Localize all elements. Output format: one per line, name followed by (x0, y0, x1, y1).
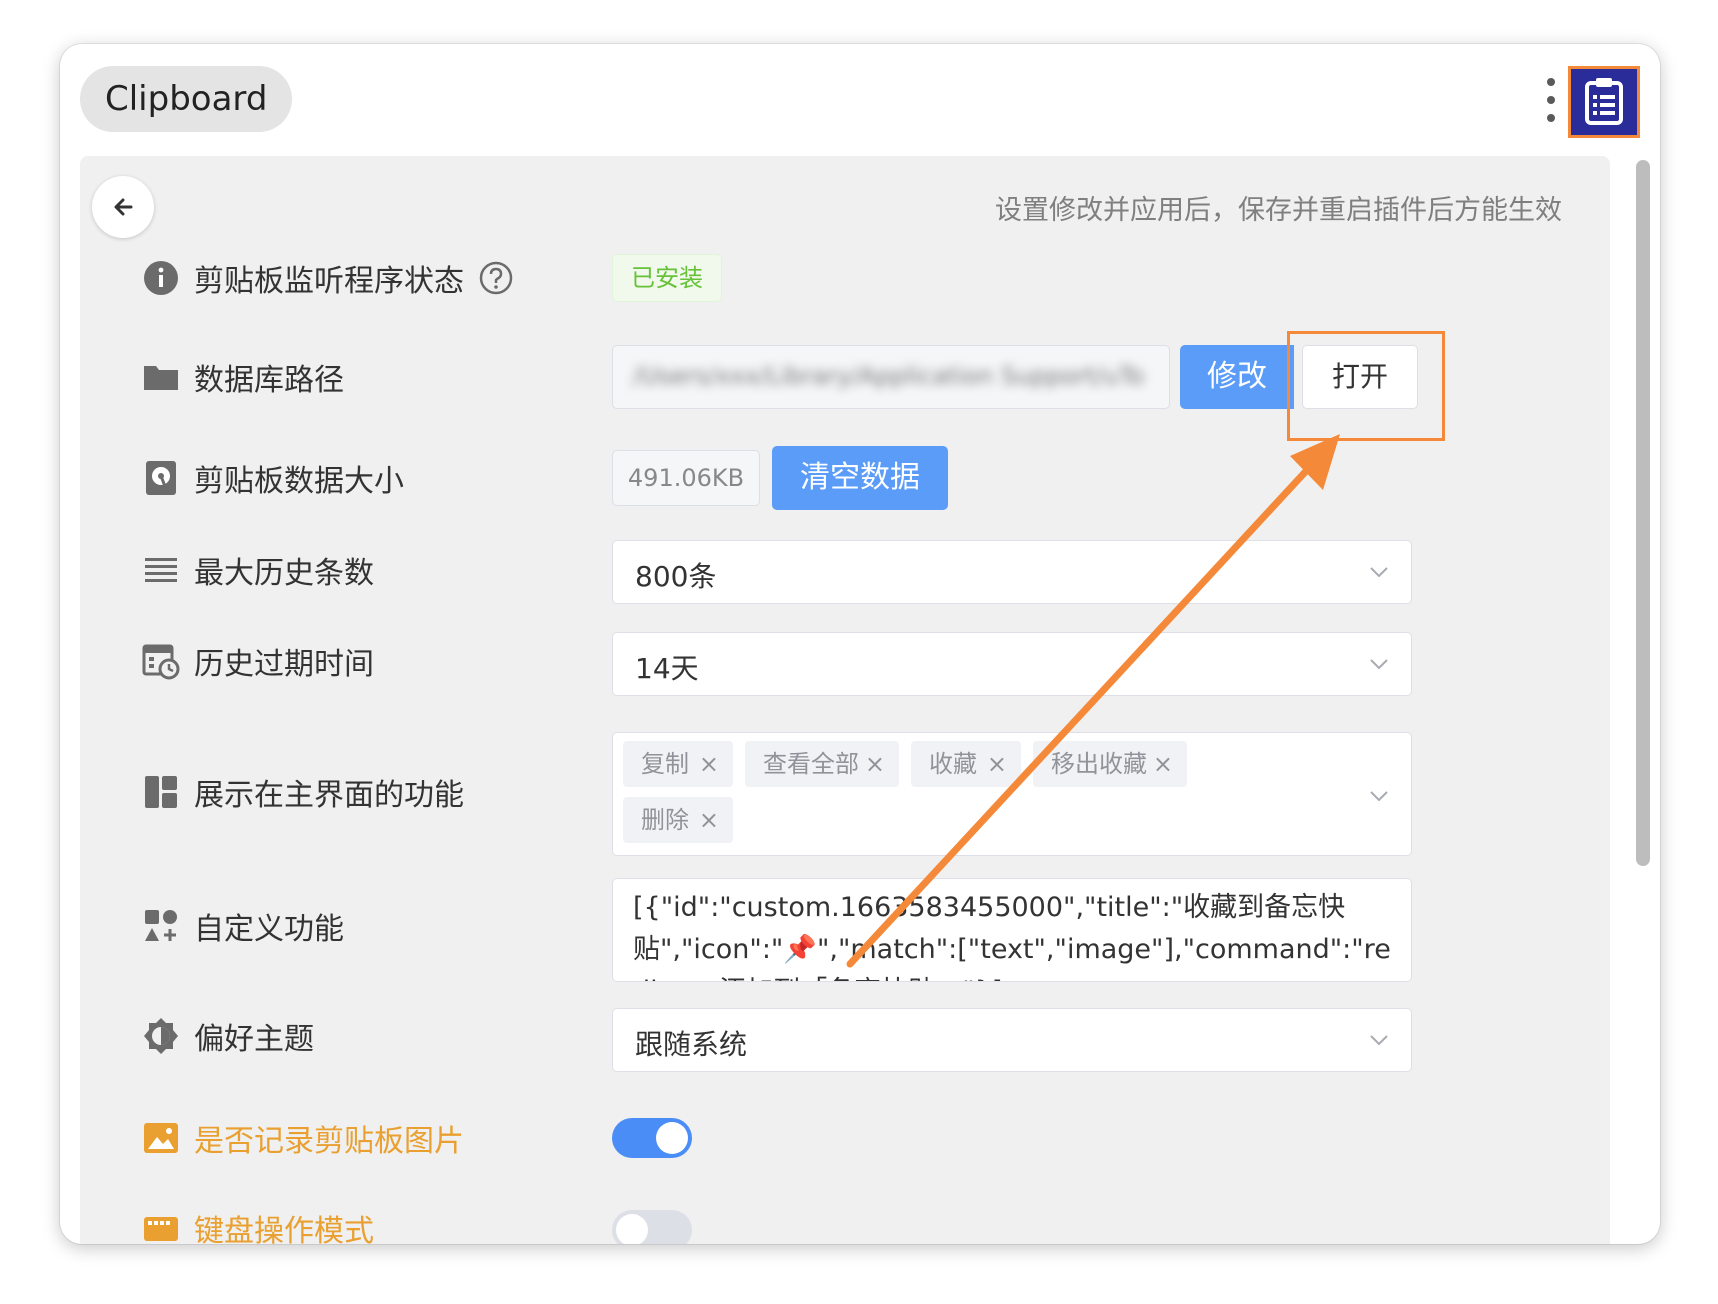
chevron-down-icon (1370, 659, 1388, 670)
theme-brightness-icon (144, 1018, 178, 1054)
clear-data-button[interactable]: 清空数据 (772, 446, 948, 510)
custom-features-textarea[interactable]: [{"id":"custom.1663583455000","title":"收… (612, 878, 1412, 982)
annotation-highlight-box (1287, 331, 1445, 441)
layout-panels-icon (145, 776, 177, 808)
more-menu-icon[interactable] (1544, 78, 1558, 122)
shapes-plus-icon (145, 910, 177, 941)
feature-tag: 复制 × (623, 741, 733, 787)
record-images-toggle[interactable] (612, 1118, 692, 1158)
info-icon (144, 261, 178, 295)
folder-icon (144, 366, 178, 390)
data-size-value: 491.06KB (612, 450, 760, 506)
close-icon[interactable]: × (865, 741, 885, 787)
list-lines-icon (145, 558, 177, 582)
settings-panel: 设置修改并应用后，保存并重启插件后方能生效 剪贴板监听程序状态 已安装 数据库路… (80, 156, 1610, 1244)
disk-icon (146, 461, 176, 495)
theme-label: 偏好主题 (194, 1022, 314, 1057)
image-icon (144, 1123, 178, 1153)
monitor-status-label: 剪贴板监听程序状态 (194, 264, 464, 299)
row-theme: 偏好主题 (142, 1016, 314, 1057)
arrow-left-icon (114, 198, 133, 216)
row-max-history: 最大历史条数 (142, 550, 374, 591)
feature-tag-label: 移出收藏 (1051, 750, 1147, 778)
theme-value: 跟随系统 (635, 1028, 748, 1061)
row-custom-features: 自定义功能 (142, 906, 344, 947)
feature-tag-label: 查看全部 (763, 750, 859, 778)
toggle-knob (656, 1122, 688, 1154)
feature-tag-label: 复制 (641, 750, 689, 778)
row-data-size: 剪贴板数据大小 (142, 458, 404, 499)
theme-select[interactable]: 跟随系统 (612, 1008, 1412, 1072)
db-path-label: 数据库路径 (194, 363, 344, 398)
expire-label: 历史过期时间 (194, 647, 374, 682)
max-history-label: 最大历史条数 (194, 556, 374, 591)
keyboard-mode-label: 键盘操作模式 (194, 1214, 374, 1244)
custom-features-value: [{"id":"custom.1663583455000","title":"收… (633, 892, 1391, 981)
custom-features-label: 自定义功能 (194, 912, 344, 947)
row-monitor-status: 剪贴板监听程序状态 (142, 258, 514, 299)
close-icon[interactable]: × (699, 797, 719, 843)
feature-tag: 查看全部 × (745, 741, 899, 787)
clipboard-app-icon[interactable] (1568, 66, 1640, 138)
db-path-value: /Users/xxx/Library/Application Support/u… (633, 362, 1143, 390)
installed-status-tag: 已安装 (612, 254, 722, 302)
row-keyboard-mode: 键盘操作模式 (142, 1208, 374, 1244)
feature-tag: 收藏 × (911, 741, 1021, 787)
feature-tag: 删除 × (623, 797, 733, 843)
calendar-clock-icon (142, 644, 180, 680)
back-button[interactable] (92, 176, 154, 238)
data-size-label: 剪贴板数据大小 (194, 464, 404, 499)
expire-select[interactable]: 14天 (612, 632, 1412, 696)
feature-tag-label: 收藏 (929, 750, 977, 778)
db-path-input[interactable]: /Users/xxx/Library/Application Support/u… (612, 345, 1170, 409)
keyboard-mode-toggle[interactable] (612, 1210, 692, 1244)
row-record-images: 是否记录剪贴板图片 (142, 1118, 464, 1159)
chevron-down-icon (1370, 567, 1388, 578)
record-images-label: 是否记录剪贴板图片 (194, 1124, 464, 1159)
app-window: Clipboard 设置修改并应用后，保存并重启插件后方能生效 剪贴板监听程序状… (60, 44, 1660, 1244)
row-expire: 历史过期时间 (142, 641, 374, 682)
window-title: Clipboard (80, 66, 293, 132)
main-features-label: 展示在主界面的功能 (194, 778, 464, 813)
max-history-select[interactable]: 800条 (612, 540, 1412, 604)
max-history-value: 800条 (635, 560, 717, 593)
scrollbar[interactable] (1636, 160, 1650, 866)
row-main-features: 展示在主界面的功能 (142, 772, 464, 813)
settings-hint: 设置修改并应用后，保存并重启插件后方能生效 (995, 195, 1562, 226)
chevron-down-icon (1370, 791, 1388, 802)
row-db-path: 数据库路径 (142, 357, 344, 398)
toggle-knob (616, 1214, 648, 1244)
keyboard-icon (144, 1217, 178, 1241)
expire-value: 14天 (635, 652, 699, 685)
feature-tag-label: 删除 (641, 806, 689, 834)
close-icon[interactable]: × (987, 741, 1007, 787)
feature-tag: 移出收藏 × (1033, 741, 1187, 787)
help-icon[interactable] (478, 260, 514, 296)
edit-path-button[interactable]: 修改 (1180, 345, 1294, 409)
main-features-multiselect[interactable]: 复制 × 查看全部 × 收藏 × 移出收藏 × 删除 × (612, 732, 1412, 856)
chevron-down-icon (1370, 1035, 1388, 1046)
close-icon[interactable]: × (1153, 741, 1173, 787)
close-icon[interactable]: × (699, 741, 719, 787)
